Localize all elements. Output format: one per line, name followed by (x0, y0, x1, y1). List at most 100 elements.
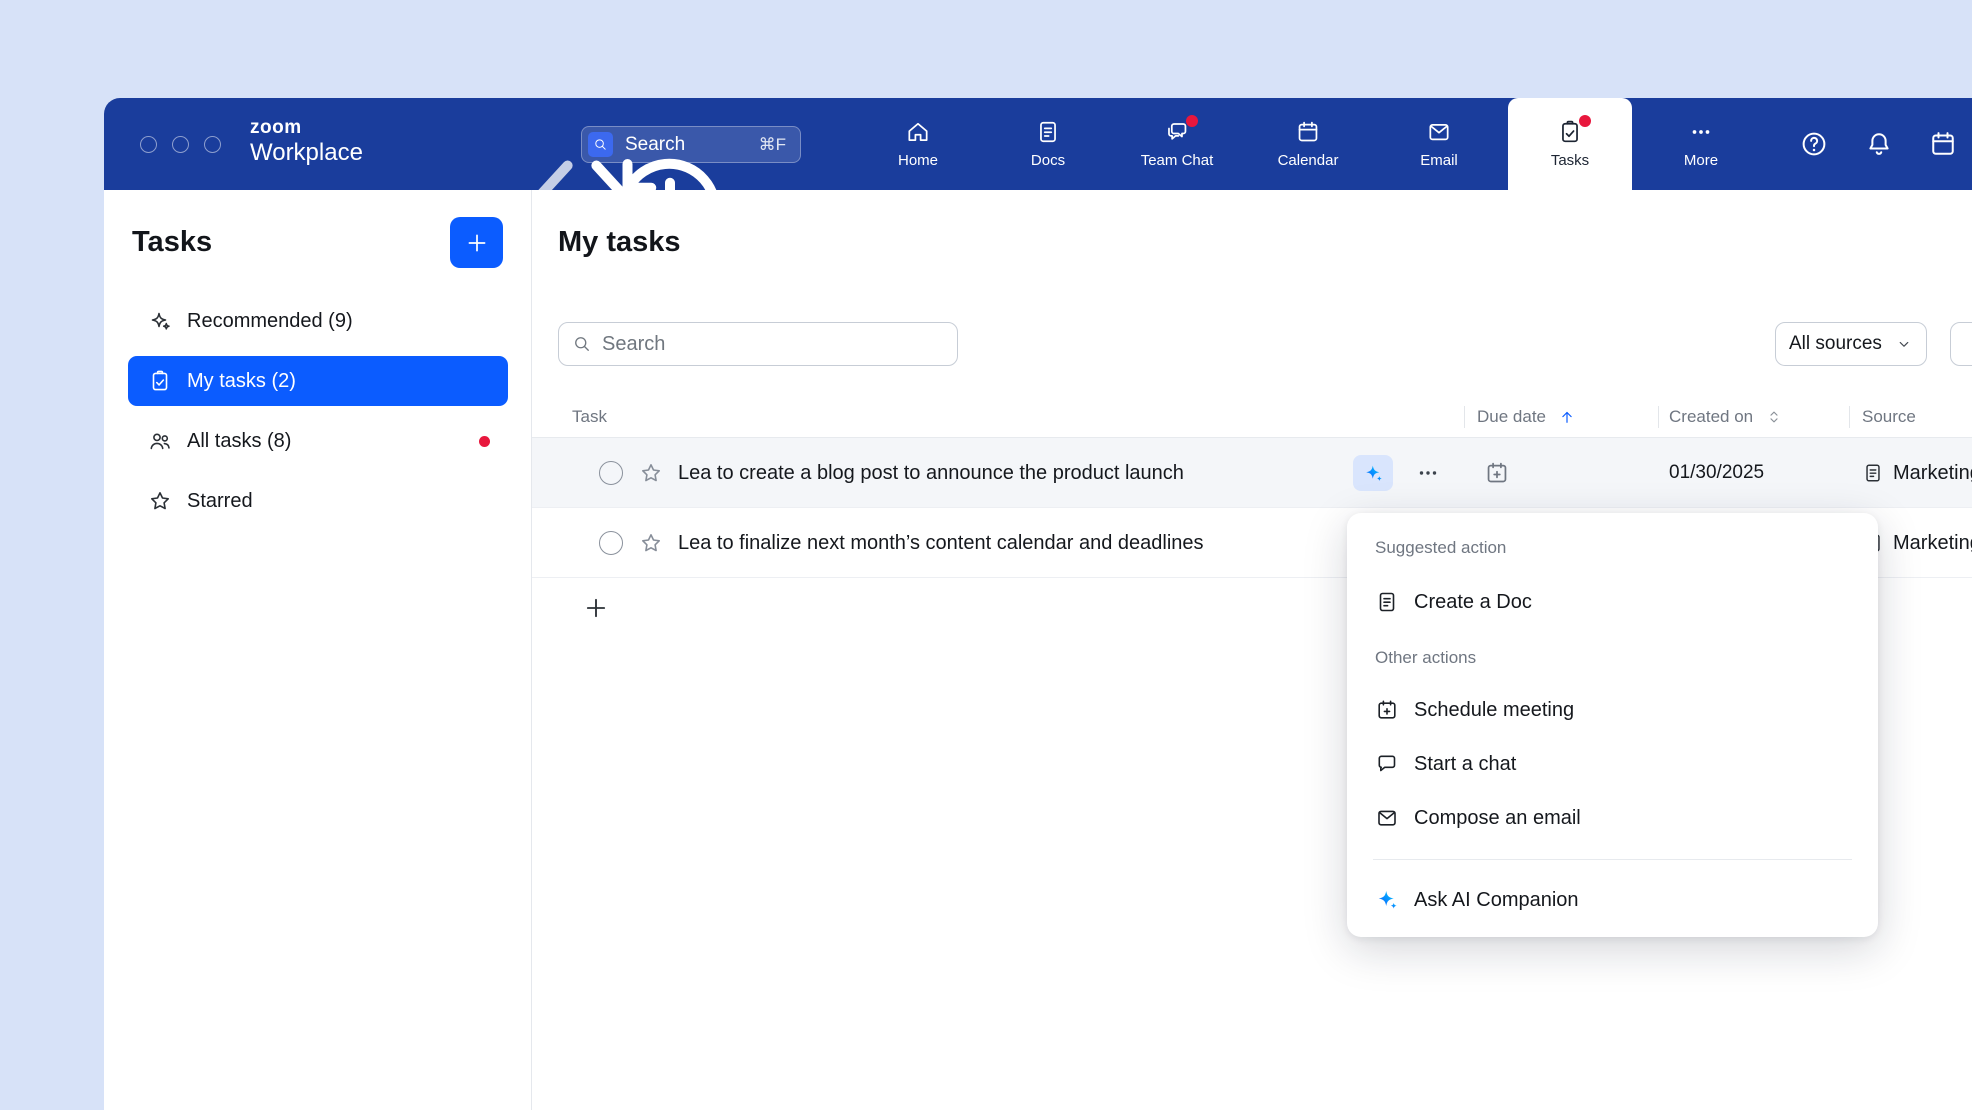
nav-tab-docs[interactable]: Docs (986, 98, 1110, 190)
task-title[interactable]: Lea to create a blog post to announce th… (678, 438, 1184, 508)
logo-zoom-text: zoom (250, 117, 363, 138)
ai-companion-button[interactable] (1353, 455, 1393, 491)
sources-dropdown[interactable]: All sources (1775, 322, 1927, 366)
logo-workplace-text: Workplace (250, 138, 363, 168)
star-icon (639, 531, 663, 555)
column-header-due-date[interactable]: Due date (1477, 396, 1576, 438)
source-value: Marketing (1893, 462, 1972, 485)
nav-tab-email[interactable]: Email (1377, 98, 1501, 190)
global-search-label: Search (625, 134, 685, 156)
doc-icon (1375, 590, 1399, 614)
menu-item-schedule-meeting[interactable]: Schedule meeting (1373, 683, 1852, 737)
task-more-actions-button[interactable] (1416, 461, 1440, 485)
close-button[interactable] (140, 136, 157, 153)
nav-tab-team-chat[interactable]: Team Chat (1115, 98, 1239, 190)
sidebar-item-starred[interactable]: Starred (128, 476, 508, 526)
notifications-button[interactable] (1864, 129, 1894, 159)
nav-label-email: Email (1420, 152, 1458, 169)
menu-item-label: Ask AI Companion (1414, 889, 1579, 912)
menu-item-label: Start a chat (1414, 753, 1516, 776)
task-star-button[interactable] (639, 461, 663, 485)
email-icon (1375, 806, 1399, 830)
calendar-plus-icon (1484, 460, 1510, 486)
calendar-page-icon (1928, 129, 1958, 159)
column-header-created-on[interactable]: Created on (1669, 396, 1783, 438)
sources-dropdown-value: All sources (1789, 333, 1882, 355)
add-task-button[interactable] (582, 594, 610, 622)
clipboard-check-icon (148, 369, 172, 393)
back-button[interactable] (402, 128, 432, 158)
menu-section-other: Other actions (1373, 643, 1852, 673)
nav-label-tasks: Tasks (1551, 152, 1589, 169)
sidebar-item-my-tasks[interactable]: My tasks (2) (128, 356, 508, 406)
nav-tab-tasks[interactable]: Tasks (1508, 98, 1632, 190)
ellipsis-icon (1416, 461, 1440, 485)
task-star-button[interactable] (639, 531, 663, 555)
menu-divider (1373, 859, 1852, 860)
nav-tab-calendar[interactable]: Calendar (1246, 98, 1370, 190)
sort-ascending-icon (1558, 408, 1576, 426)
ai-sparkle-icon (1375, 888, 1399, 912)
ai-sparkle-icon (1363, 463, 1384, 484)
help-button[interactable] (1799, 129, 1829, 159)
minimize-button[interactable] (172, 136, 189, 153)
nav-label-more: More (1684, 152, 1718, 169)
tasks-sidebar: Tasks Recommended (9) My tasks (2) (104, 190, 532, 1110)
global-search[interactable]: Search ⌘F (581, 126, 801, 163)
nav-label-calendar: Calendar (1278, 152, 1339, 169)
menu-item-label: Create a Doc (1414, 591, 1532, 614)
calendar-icon (1295, 119, 1321, 145)
star-icon (639, 461, 663, 485)
home-icon (905, 119, 931, 145)
sidebar-item-label: Recommended (9) (187, 310, 353, 333)
task-search-box (558, 322, 958, 366)
email-icon (1426, 119, 1452, 145)
history-button[interactable] (520, 129, 548, 157)
menu-item-compose-email[interactable]: Compose an email (1373, 791, 1852, 845)
source-cell: Marketing (1862, 438, 1972, 508)
help-icon (1799, 129, 1829, 159)
sidebar-item-label: Starred (187, 490, 253, 513)
task-complete-checkbox[interactable] (599, 461, 623, 485)
filter-button-partial[interactable] (1950, 322, 1972, 366)
tasks-icon (1557, 119, 1583, 145)
top-bar: zoom Workplace Search ⌘F (104, 98, 1972, 190)
nav-tab-home[interactable]: Home (856, 98, 980, 190)
sidebar-item-all-tasks[interactable]: All tasks (8) (128, 416, 508, 466)
column-divider (1464, 406, 1465, 428)
sidebar-item-recommended[interactable]: Recommended (9) (128, 296, 508, 346)
menu-item-create-doc[interactable]: Create a Doc (1373, 575, 1852, 629)
search-icon (593, 137, 608, 152)
plus-icon (582, 594, 610, 622)
forward-button[interactable] (462, 128, 492, 158)
search-icon-box (588, 132, 613, 157)
task-complete-checkbox[interactable] (599, 531, 623, 555)
zoom-workplace-logo: zoom Workplace (250, 117, 363, 168)
sort-toggle-icon (1765, 408, 1783, 426)
calendar-plus-icon (1375, 698, 1399, 722)
source-value: Marketing (1893, 532, 1972, 555)
column-divider (1849, 406, 1850, 428)
task-search-input[interactable] (602, 333, 957, 356)
team-chat-notification-dot (1186, 115, 1198, 127)
maximize-button[interactable] (204, 136, 221, 153)
search-shortcut: ⌘F (759, 135, 786, 155)
menu-item-ask-ai-companion[interactable]: Ask AI Companion (1373, 873, 1852, 927)
nav-tab-more[interactable]: More (1639, 98, 1763, 190)
task-title[interactable]: Lea to finalize next month’s content cal… (678, 508, 1204, 578)
source-cell: Marketing (1862, 508, 1972, 578)
column-header-source: Source (1862, 396, 1916, 438)
new-task-button[interactable] (450, 217, 503, 268)
add-due-date-button[interactable] (1484, 460, 1510, 486)
ai-action-menu: Suggested action Create a Doc Other acti… (1347, 513, 1878, 937)
table-row: Lea to create a blog post to announce th… (532, 438, 1972, 508)
menu-item-start-chat[interactable]: Start a chat (1373, 737, 1852, 791)
screen: zoom Workplace Search ⌘F (0, 0, 1972, 1110)
chat-bubble-icon (1375, 752, 1399, 776)
menu-section-suggested: Suggested action (1373, 533, 1852, 563)
tasks-notification-dot (1579, 115, 1591, 127)
sidebar-item-label: My tasks (2) (187, 370, 296, 393)
sidebar-list: Recommended (9) My tasks (2) All tasks (… (128, 296, 508, 526)
schedule-button[interactable] (1928, 129, 1958, 159)
menu-item-label: Schedule meeting (1414, 699, 1574, 722)
